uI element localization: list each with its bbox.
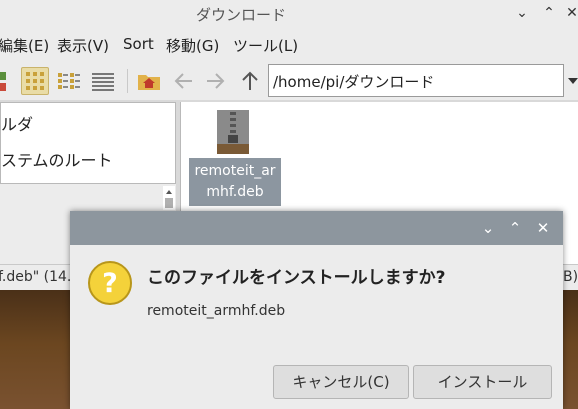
sidebar-item-folder[interactable]: ルダ: [1, 111, 33, 135]
file-name: remoteit_ar mhf.deb: [189, 161, 281, 203]
close-icon[interactable]: ✕: [562, 3, 578, 23]
up-arrow-icon[interactable]: [236, 67, 264, 95]
install-button[interactable]: インストール: [413, 365, 552, 399]
dialog-question: このファイルをインストールしますか?: [147, 268, 446, 288]
status-left-text: f.deb" (14.4: [0, 269, 81, 285]
file-name-line2: mhf.deb: [206, 184, 264, 200]
sidebar-scrollbar[interactable]: [163, 186, 175, 210]
maximize-icon[interactable]: ⌃: [539, 3, 559, 23]
archive-icon: [215, 108, 251, 156]
compact-view-icon[interactable]: [55, 67, 83, 95]
dialog-maximize-icon[interactable]: ⌃: [504, 217, 526, 239]
thumbnail-view-icon[interactable]: [0, 67, 10, 95]
menubar: 編集(E) 表示(V) Sort 移動(G) ツール(L): [0, 27, 578, 62]
toolbar-divider: [127, 69, 128, 93]
sidebar-pane: ルダ ステムのルート: [0, 102, 176, 184]
dialog-minimize-icon[interactable]: ⌄: [477, 217, 499, 239]
question-icon: ?: [86, 259, 134, 307]
svg-text:?: ?: [102, 268, 118, 299]
menu-view[interactable]: 表示(V): [57, 35, 109, 56]
back-arrow-icon[interactable]: [170, 67, 198, 95]
menu-tools[interactable]: ツール(L): [233, 35, 298, 56]
list-view-icon[interactable]: [89, 67, 117, 95]
path-dropdown-icon[interactable]: [566, 67, 578, 95]
menu-sort[interactable]: Sort: [123, 35, 154, 53]
path-input[interactable]: /home/pi/ダウンロード: [268, 64, 564, 97]
home-folder-icon[interactable]: [135, 67, 163, 95]
icon-view-icon[interactable]: [21, 67, 49, 95]
window-titlebar: ダウンロード ⌄ ⌃ ✕: [0, 0, 578, 27]
window-title: ダウンロード: [195, 6, 286, 24]
file-name-line1: remoteit_ar: [194, 163, 276, 179]
dialog-titlebar: ⌄ ⌃ ✕: [70, 211, 563, 245]
sidebar-item-root[interactable]: ステムのルート: [1, 147, 113, 171]
cancel-button[interactable]: キャンセル(C): [273, 365, 409, 399]
minimize-icon[interactable]: ⌄: [512, 3, 532, 23]
file-item[interactable]: remoteit_ar mhf.deb: [189, 104, 281, 206]
status-right-text: B): [563, 269, 578, 285]
dialog-close-icon[interactable]: ✕: [532, 217, 554, 239]
forward-arrow-icon[interactable]: [202, 67, 230, 95]
menu-go[interactable]: 移動(G): [166, 35, 219, 56]
dialog-filename: remoteit_armhf.deb: [147, 303, 286, 319]
menu-edit[interactable]: 編集(E): [0, 35, 49, 56]
